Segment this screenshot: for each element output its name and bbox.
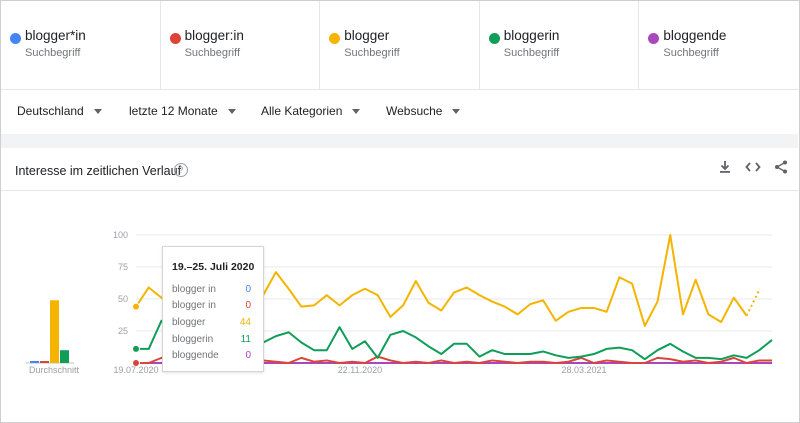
tooltip-row: blogger in 0: [172, 284, 254, 298]
average-bar: [60, 350, 69, 363]
y-tick-label: 100: [113, 230, 128, 240]
tooltip-value: 44: [239, 317, 251, 328]
tooltip-date: 19.–25. Juli 2020: [172, 261, 255, 273]
tooltip-term: bloggerin: [172, 334, 214, 345]
average-bar: [50, 300, 59, 363]
tooltip-row: bloggerin 11: [172, 334, 254, 348]
average-bar: [40, 361, 49, 363]
tooltip-row: bloggende 0: [172, 350, 254, 364]
tooltip-term: bloggende: [172, 350, 219, 361]
tooltip-row: blogger 44: [172, 317, 254, 331]
tooltip-value: 11: [240, 334, 251, 345]
average-label: Durchschnitt: [29, 365, 80, 375]
y-tick-label: 25: [118, 326, 128, 336]
tooltip-value: 0: [245, 284, 251, 295]
data-tooltip: 19.–25. Juli 2020 blogger in 0 blogger i…: [162, 246, 264, 372]
y-tick-label: 75: [118, 262, 128, 272]
interest-chart: 100 75 50 25 19.07.2020 22.11.2020 28.03.2021 D…: [26, 230, 773, 375]
series-hover-point: [132, 302, 140, 311]
x-tick-label: 28.03.2021: [561, 365, 606, 375]
tooltip-row: blogger in 0: [172, 300, 254, 314]
tooltip-term: blogger: [172, 317, 206, 328]
x-tick-label: 22.11.2020: [338, 365, 382, 375]
tooltip-term: blogger in: [172, 300, 216, 311]
y-tick-label: 50: [118, 294, 128, 304]
x-tick-label: 19.07.2020: [113, 365, 158, 375]
series-hover-point: [132, 344, 140, 353]
series-forecast-line: [745, 289, 761, 317]
tooltip-term: blogger in: [172, 284, 216, 295]
tooltip-value: 0: [245, 350, 251, 361]
average-bar: [30, 361, 39, 363]
tooltip-value: 0: [245, 300, 251, 311]
